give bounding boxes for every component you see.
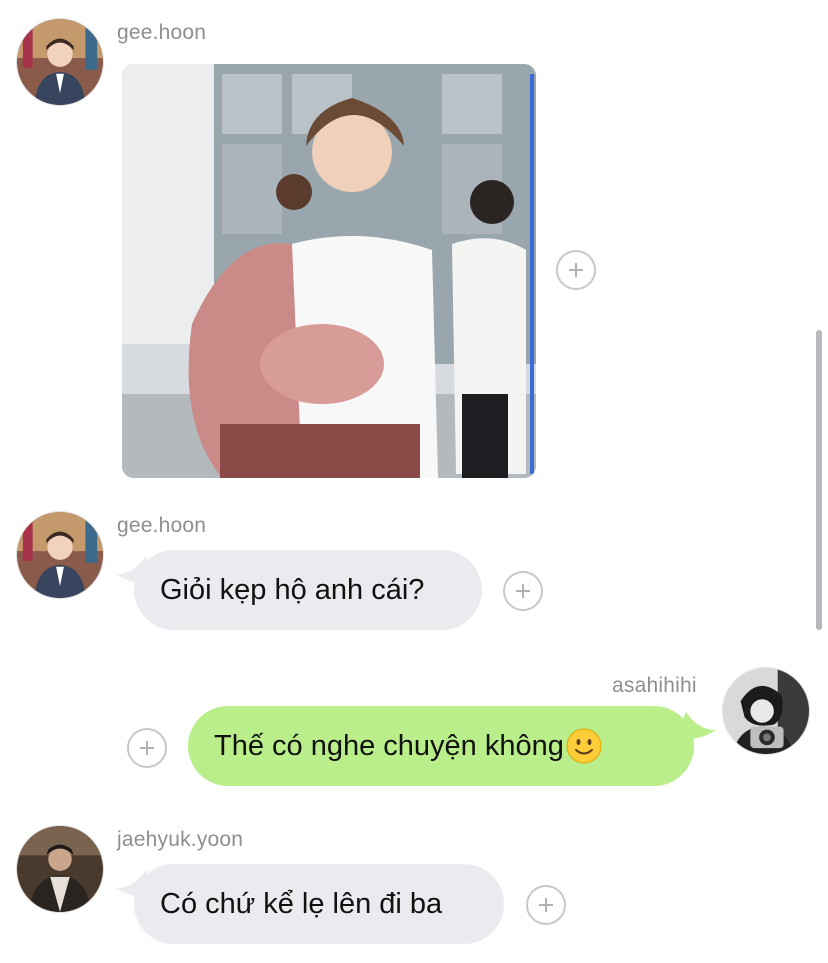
sender-name: gee.hoon: [117, 21, 207, 44]
avatar-gee-hoon[interactable]: [16, 511, 104, 599]
message-text: Có chứ kể lẹ lên đi ba: [160, 887, 443, 920]
message-text: Thế có nghe chuyện không: [214, 729, 564, 762]
plus-icon: [140, 741, 154, 755]
add-reaction-button[interactable]: [503, 571, 543, 611]
sender-name: gee.hoon: [117, 514, 207, 537]
scrollbar[interactable]: [816, 330, 822, 630]
avatar-gee-hoon[interactable]: [16, 18, 104, 106]
add-reaction-button[interactable]: [556, 250, 596, 290]
sender-name: jaehyuk.yoon: [117, 828, 244, 851]
message-image[interactable]: [122, 64, 536, 478]
plus-icon: [516, 584, 530, 598]
plus-icon: [539, 898, 553, 912]
message-text: Giỏi kẹp hộ anh cái?: [160, 573, 425, 606]
slightly-smiling-face-icon: [566, 728, 602, 764]
message-bubble[interactable]: Có chứ kể lẹ lên đi ba: [134, 864, 504, 944]
add-reaction-button[interactable]: [526, 885, 566, 925]
sender-name: asahihihi: [612, 674, 697, 697]
message-bubble[interactable]: Thế có nghe chuyện không: [188, 706, 694, 786]
avatar-asahihihi[interactable]: [722, 667, 810, 755]
message-bubble[interactable]: Giỏi kẹp hộ anh cái?: [134, 550, 482, 630]
avatar-jaehyuk-yoon[interactable]: [16, 825, 104, 913]
add-reaction-button[interactable]: [127, 728, 167, 768]
plus-icon: [569, 263, 583, 277]
